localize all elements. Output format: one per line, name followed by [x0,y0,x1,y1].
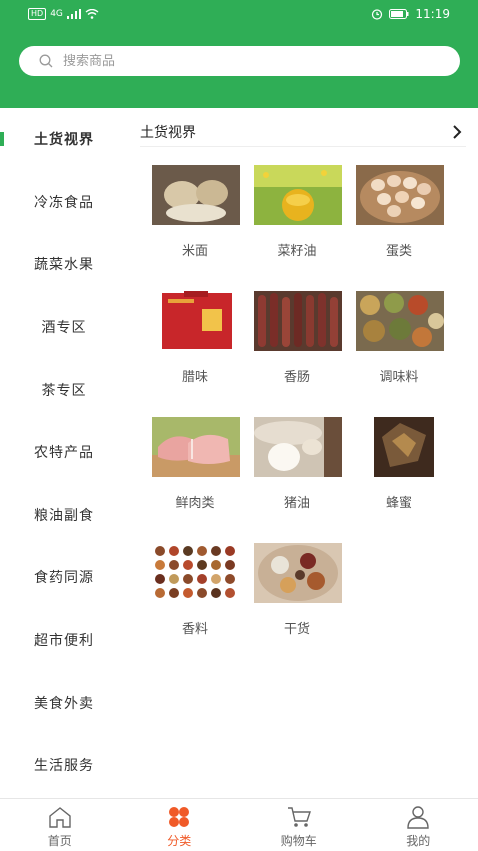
product-label: 调味料 [344,366,454,385]
search-input[interactable] [61,53,425,70]
sidebar-item-label: 农特产品 [34,442,94,462]
product-lawei[interactable]: 腊味 [140,291,250,401]
tab-cart[interactable]: 购物车 [239,799,359,851]
rapeseed-oil-image [254,165,342,225]
tab-label: 分类 [120,832,240,849]
sidebar-item-food-medicine[interactable]: 食药同源 [0,546,128,609]
category-sidebar: 土货视界 冷冻食品 蔬菜水果 酒专区 茶专区 农特产品 粮油副食 食药同源 超市… [0,108,128,798]
sidebar-item-grain-oil[interactable]: 粮油副食 [0,484,128,547]
lard-image [254,417,342,477]
sidebar-item-farm-specialty[interactable]: 农特产品 [0,421,128,484]
category-icon [166,805,192,829]
rice-flour-image [152,165,240,225]
user-icon [405,805,431,829]
sidebar-item-supermarket[interactable]: 超市便利 [0,609,128,672]
sidebar-item-label: 超市便利 [34,630,94,650]
fresh-meat-image [152,417,240,477]
search-bar[interactable] [19,46,460,76]
product-ganhuo[interactable]: 干货 [242,543,352,653]
product-danlei[interactable]: 蛋类 [344,165,454,275]
section-header[interactable]: 土货视界 [140,118,466,147]
sidebar-item-life-service[interactable]: 生活服务 [0,734,128,797]
network-label: 4G [50,9,63,19]
tab-profile[interactable]: 我的 [359,799,478,851]
search-icon [39,54,53,68]
sausage-image [254,291,342,351]
home-icon [47,805,73,829]
hd-badge: HD [28,8,46,20]
honey-image [356,417,444,477]
signal-icon [67,9,81,19]
tab-label: 首页 [0,832,120,849]
product-label: 菜籽油 [242,240,352,259]
sidebar-item-label: 冷冻食品 [34,192,94,212]
sidebar-item-veg-fruit[interactable]: 蔬菜水果 [0,233,128,296]
tab-category[interactable]: 分类 [120,799,240,851]
product-zhuyou[interactable]: 猪油 [242,417,352,527]
tab-label: 我的 [359,832,478,849]
clock-time: 11:19 [415,7,450,21]
eggs-image [356,165,444,225]
sidebar-item-label: 茶专区 [42,380,87,400]
sidebar-item-takeout[interactable]: 美食外卖 [0,671,128,734]
product-xiangliao[interactable]: 香料 [140,543,250,653]
product-xianroulei[interactable]: 鲜肉类 [140,417,250,527]
sidebar-item-label: 土货视界 [34,129,94,149]
tab-label: 购物车 [239,832,359,849]
status-bar: HD 4G 11:19 [0,0,478,30]
top-header: HD 4G 11:19 [0,0,478,108]
product-label: 鲜肉类 [140,492,250,511]
product-label: 香料 [140,618,250,637]
dried-goods-image [254,543,342,603]
sidebar-item-liquor[interactable]: 酒专区 [0,296,128,359]
bottom-tab-bar: 首页 分类 购物车 我的 [0,798,478,851]
product-fengmi[interactable]: 蜂蜜 [344,417,454,527]
product-label: 米面 [140,240,250,259]
product-label: 香肠 [242,366,352,385]
sidebar-item-tuhuo[interactable]: 土货视界 [0,108,128,171]
product-caiziyou[interactable]: 菜籽油 [242,165,352,275]
battery-icon [389,9,409,19]
sidebar-item-label: 酒专区 [42,317,87,337]
sidebar-item-label: 粮油副食 [34,505,94,525]
cured-meat-box-image [152,291,240,351]
sidebar-item-label: 蔬菜水果 [34,254,94,274]
product-tiaoweiliao[interactable]: 调味料 [344,291,454,401]
category-content: 土货视界 米面 菜籽油 [128,108,478,798]
tab-home[interactable]: 首页 [0,799,120,851]
wifi-icon [85,9,99,19]
sidebar-item-tea[interactable]: 茶专区 [0,358,128,421]
sidebar-item-label: 生活服务 [34,755,94,775]
chevron-right-icon[interactable] [452,125,462,139]
status-left: HD 4G [28,8,99,20]
product-label: 蛋类 [344,240,454,259]
cart-icon [286,805,312,829]
product-label: 干货 [242,618,352,637]
product-mimian[interactable]: 米面 [140,165,250,275]
alarm-icon [371,8,383,20]
product-label: 蜂蜜 [344,492,454,511]
product-xiangchang[interactable]: 香肠 [242,291,352,401]
sidebar-item-label: 美食外卖 [34,693,94,713]
sidebar-item-label: 食药同源 [34,567,94,587]
product-label: 猪油 [242,492,352,511]
status-right: 11:19 [371,7,450,21]
section-title: 土货视界 [140,122,196,142]
product-label: 腊味 [140,366,250,385]
seasoning-image [356,291,444,351]
spices-image [152,543,240,603]
sidebar-item-frozen[interactable]: 冷冻食品 [0,171,128,234]
